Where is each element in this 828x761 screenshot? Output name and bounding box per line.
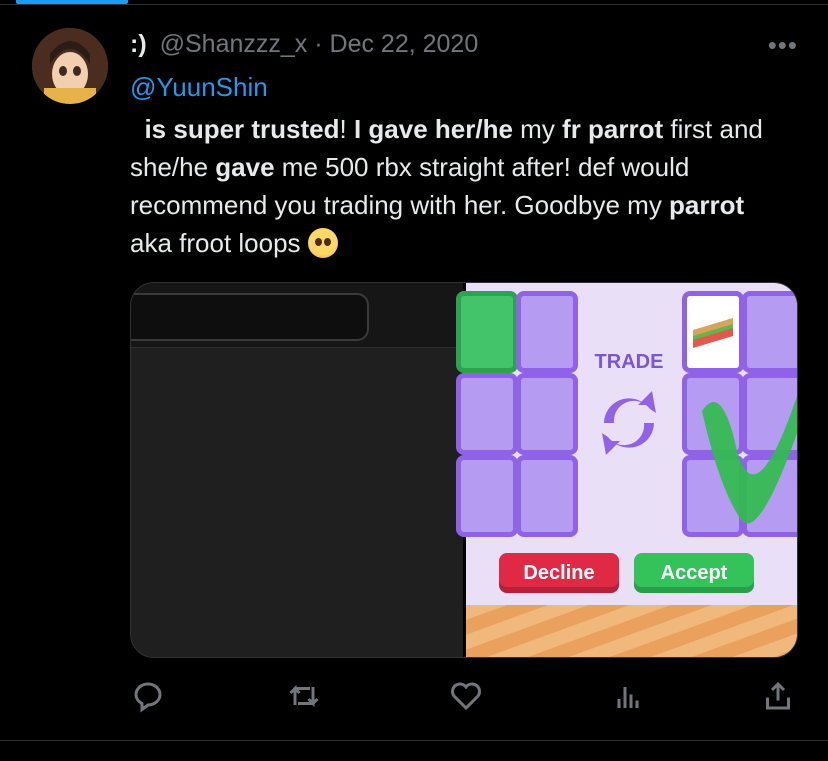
text-segment: ! [339, 114, 354, 144]
trade-label: TRADE [594, 351, 664, 373]
share-icon[interactable] [760, 678, 796, 714]
offer-grid-left [456, 291, 578, 537]
top-divider [0, 4, 828, 5]
text-bold: fr parrot [562, 114, 664, 144]
text-bold: is super trusted [144, 114, 340, 144]
offer-slot [456, 455, 518, 537]
retweet-icon[interactable] [286, 678, 322, 714]
text-bold: I gave her/he [353, 114, 513, 144]
accept-button: Accept [634, 553, 754, 593]
like-icon[interactable] [448, 678, 484, 714]
display-name[interactable]: :) [130, 30, 147, 58]
tweet-text: is super trusted! I gave her/he my fr pa… [130, 110, 790, 262]
checkmark-icon [702, 396, 797, 524]
bottom-divider [0, 740, 828, 741]
offer-slot [456, 291, 518, 373]
offer-slot [516, 291, 578, 373]
offer-slot [516, 455, 578, 537]
trade-screenshot: TRADE Decline Accept [456, 283, 797, 657]
pleading-face-emoji [307, 228, 338, 258]
trade-refresh-icon [602, 391, 656, 455]
wood-floor [466, 605, 797, 657]
views-icon[interactable] [610, 678, 646, 714]
blank-screenshot-panel [131, 283, 463, 657]
offer-grid-right [682, 291, 797, 537]
offer-slot [516, 373, 578, 455]
handle[interactable]: @Shanzzz_x [160, 30, 308, 58]
more-button[interactable]: ••• [768, 30, 798, 61]
more-icon: ••• [767, 30, 798, 60]
decline-button: Decline [499, 553, 619, 593]
offer-slot [456, 373, 518, 455]
tweet-media-image[interactable]: TRADE Decline Accept [130, 282, 798, 658]
panel-field [131, 293, 369, 341]
reply-mention[interactable]: @YuunShin [130, 72, 268, 103]
text-segment: aka froot loops [130, 228, 308, 258]
text-segment: my [512, 114, 563, 144]
separator: · [314, 30, 323, 58]
reply-icon[interactable] [130, 678, 166, 714]
text-bold: parrot [669, 190, 745, 220]
avatar[interactable] [32, 28, 108, 104]
tweet-actions [130, 678, 796, 718]
text-bold: gave [215, 152, 275, 182]
tweet-date[interactable]: Dec 22, 2020 [330, 30, 479, 58]
tweet-header: :) @Shanzzz_x · Dec 22, 2020 [130, 30, 478, 59]
panel-header [131, 283, 463, 348]
